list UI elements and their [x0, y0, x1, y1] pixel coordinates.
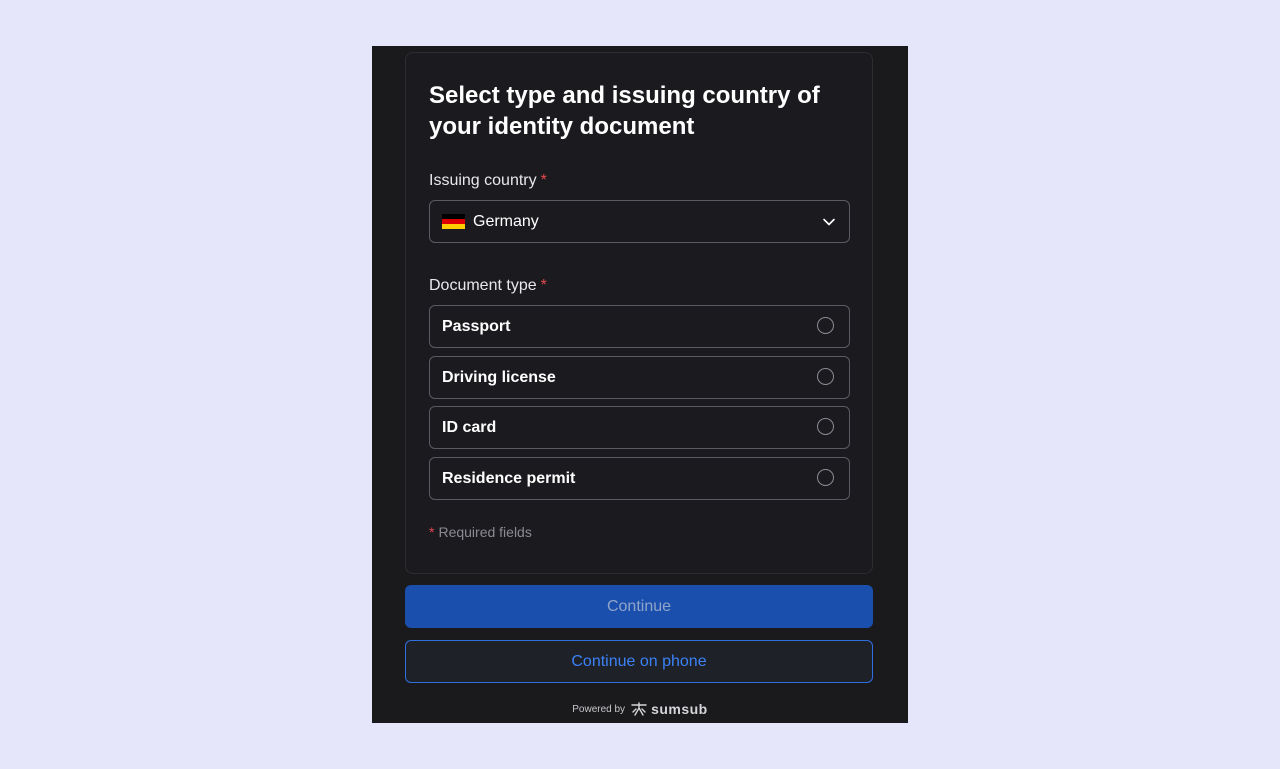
country-value: Germany [473, 212, 539, 230]
doc-type-option-driving-license[interactable]: Driving license [429, 356, 850, 399]
required-note-text: Required fields [438, 524, 532, 540]
doc-type-option-passport[interactable]: Passport [429, 305, 850, 348]
country-select[interactable]: Germany [429, 200, 850, 243]
powered-by-text: Powered by [572, 703, 626, 715]
chevron-down-icon [823, 218, 835, 226]
required-mark: * [540, 172, 547, 189]
option-label: Driving license [442, 368, 556, 386]
radio-icon[interactable] [817, 418, 834, 435]
country-label-text: Issuing country [429, 172, 537, 189]
required-mark: * [540, 277, 547, 294]
doc-type-label: Document type * [429, 277, 547, 295]
sumsub-logo-icon [631, 702, 647, 716]
verification-panel: Select type and issuing country of your … [372, 46, 908, 723]
doc-type-option-id-card[interactable]: ID card [429, 406, 850, 449]
brand-name: sumsub [651, 701, 708, 717]
radio-icon[interactable] [817, 469, 834, 486]
page-title: Select type and issuing country of your … [429, 82, 820, 140]
doc-type-label-text: Document type [429, 277, 537, 294]
powered-by-footer: Powered by sumsub [372, 701, 908, 717]
country-label: Issuing country * [429, 172, 547, 190]
option-label: ID card [442, 418, 497, 436]
option-label: Passport [442, 317, 511, 335]
continue-button[interactable]: Continue [405, 585, 873, 628]
option-label: Residence permit [442, 469, 576, 487]
continue-on-phone-button[interactable]: Continue on phone [405, 640, 873, 683]
radio-icon[interactable] [817, 317, 834, 334]
document-form-card: Select type and issuing country of your … [405, 52, 873, 574]
required-mark: * [429, 524, 435, 540]
germany-flag-icon [442, 214, 465, 229]
required-fields-note: * Required fields [429, 524, 532, 540]
radio-icon[interactable] [817, 368, 834, 385]
doc-type-option-residence-permit[interactable]: Residence permit [429, 457, 850, 500]
